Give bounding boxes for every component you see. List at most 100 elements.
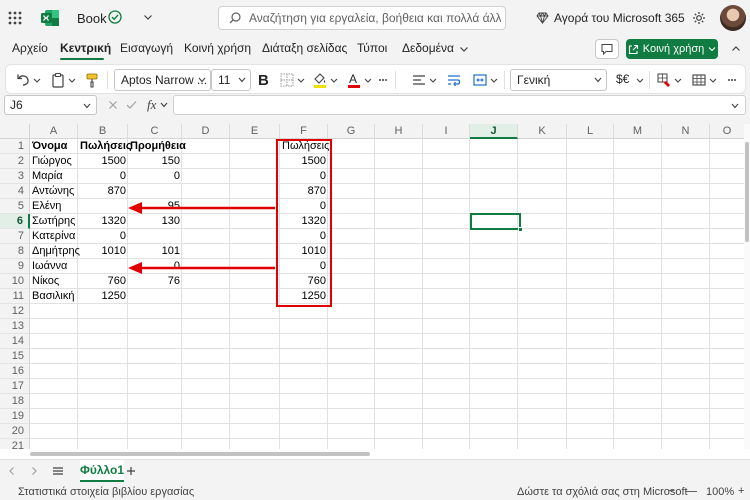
table-format-dropdown-icon[interactable]	[709, 72, 717, 88]
vertical-scrollbar[interactable]	[744, 124, 750, 459]
cancel-icon[interactable]	[108, 100, 118, 110]
row-header-1[interactable]: 1	[0, 139, 30, 154]
table-cell[interactable]: 150	[128, 154, 182, 169]
book-title[interactable]: Book	[77, 11, 107, 26]
tab-file[interactable]: Αρχείο	[12, 41, 48, 55]
search-box[interactable]	[218, 6, 506, 30]
column-header-e[interactable]: E	[230, 124, 280, 139]
row-header-6[interactable]: 6	[0, 214, 30, 229]
row-header-17[interactable]: 17	[0, 379, 30, 394]
undo-icon[interactable]	[15, 72, 31, 88]
check-icon[interactable]	[126, 100, 137, 110]
table-cell[interactable]: 0	[128, 169, 182, 184]
column-header-a[interactable]: A	[30, 124, 78, 139]
excel-logo-icon[interactable]	[40, 8, 60, 28]
header-cell[interactable]: Προμήθεια	[128, 139, 186, 154]
table-cell[interactable]: Μαρία	[30, 169, 78, 184]
row-header-4[interactable]: 4	[0, 184, 30, 199]
wrap-text-icon[interactable]	[446, 72, 462, 88]
collapse-ribbon-icon[interactable]	[731, 44, 741, 54]
borders-dropdown-icon[interactable]	[297, 72, 305, 88]
buy-microsoft-365-link[interactable]: Αγορά του Microsoft 365	[536, 11, 685, 25]
table-cell[interactable]: 95	[128, 199, 182, 214]
chevron-left-icon[interactable]	[7, 466, 17, 476]
more-options-icon[interactable]	[727, 72, 737, 88]
add-sheet-icon[interactable]	[126, 466, 136, 476]
row-header-5[interactable]: 5	[0, 199, 30, 214]
table-cell[interactable]: 101	[128, 244, 182, 259]
zoom-out-button[interactable]: −	[668, 485, 674, 497]
sheet-tab-active[interactable]: Φύλλο1	[80, 460, 124, 482]
clipboard-icon[interactable]	[50, 72, 66, 88]
active-cell-j6[interactable]	[470, 213, 521, 230]
number-format-select[interactable]: Γενική	[510, 69, 607, 91]
header-cell[interactable]: Όνομα	[30, 139, 78, 154]
tab-page-layout[interactable]: Διάταξη σελίδας	[262, 41, 347, 55]
comments-button[interactable]	[595, 39, 619, 59]
conditional-formatting-icon[interactable]	[656, 72, 672, 88]
zoom-level[interactable]: 100%	[706, 486, 734, 498]
conditional-formatting-dropdown-icon[interactable]	[674, 72, 682, 88]
zoom-slider[interactable]	[685, 491, 697, 492]
zoom-in-button[interactable]: +	[738, 485, 744, 497]
table-cell[interactable]	[128, 229, 182, 244]
row-header-11[interactable]: 11	[0, 289, 30, 304]
row-header-7[interactable]: 7	[0, 229, 30, 244]
table-cell[interactable]	[128, 184, 182, 199]
table-cell[interactable]: 0	[128, 259, 182, 274]
column-header-m[interactable]: M	[614, 124, 662, 139]
row-header-3[interactable]: 3	[0, 169, 30, 184]
column-header-n[interactable]: N	[662, 124, 710, 139]
column-header-k[interactable]: K	[518, 124, 567, 139]
table-cell[interactable]: 0	[78, 169, 128, 184]
chevron-down-icon[interactable]	[160, 102, 168, 108]
column-header-f[interactable]: F	[280, 124, 328, 139]
font-color-icon[interactable]: A	[346, 72, 362, 88]
currency-dropdown-icon[interactable]	[636, 72, 644, 88]
column-header-i[interactable]: I	[423, 124, 470, 139]
font-color-dropdown-icon[interactable]	[364, 72, 372, 88]
row-header-14[interactable]: 14	[0, 334, 30, 349]
table-cell[interactable]	[128, 289, 182, 304]
name-box[interactable]: J6	[4, 95, 97, 115]
tab-share[interactable]: Κοινή χρήση	[184, 41, 251, 55]
align-dropdown-icon[interactable]	[429, 72, 437, 88]
row-header-18[interactable]: 18	[0, 394, 30, 409]
table-cell[interactable]: Σωτήρης	[30, 214, 78, 229]
bold-icon[interactable]: B	[256, 72, 270, 88]
table-cell[interactable]: 0	[78, 229, 128, 244]
row-header-16[interactable]: 16	[0, 364, 30, 379]
app-launcher-icon[interactable]	[8, 11, 22, 25]
table-cell[interactable]: Νίκος	[30, 274, 78, 289]
feedback-link[interactable]: Δώστε τα σχόλιά σας στη Microsoft	[517, 486, 688, 498]
borders-icon[interactable]	[279, 72, 295, 88]
column-header-d[interactable]: D	[182, 124, 230, 139]
table-cell[interactable]: Δημήτρης	[30, 244, 80, 259]
search-input[interactable]	[249, 10, 501, 26]
row-header-9[interactable]: 9	[0, 259, 30, 274]
table-cell[interactable]: 1010	[78, 244, 128, 259]
row-header-20[interactable]: 20	[0, 424, 30, 439]
tab-formulas[interactable]: Τύποι	[357, 41, 387, 55]
row-header-13[interactable]: 13	[0, 319, 30, 334]
merge-cells-icon[interactable]	[472, 72, 488, 88]
row-header-2[interactable]: 2	[0, 154, 30, 169]
chevron-down-icon[interactable]	[143, 12, 153, 22]
row-header-12[interactable]: 12	[0, 304, 30, 319]
table-cell[interactable]: 130	[128, 214, 182, 229]
paste-dropdown-icon[interactable]	[68, 72, 76, 88]
vertical-scroll-thumb[interactable]	[745, 142, 749, 242]
tab-home[interactable]: Κεντρική	[60, 41, 111, 55]
table-cell[interactable]: 76	[128, 274, 182, 289]
merge-dropdown-icon[interactable]	[490, 72, 498, 88]
horizontal-scrollbar[interactable]	[0, 449, 750, 459]
undo-dropdown-icon[interactable]	[33, 72, 41, 88]
table-cell[interactable]	[78, 199, 128, 214]
table-cell[interactable]: 870	[78, 184, 128, 199]
horizontal-scroll-thumb[interactable]	[30, 452, 370, 456]
column-header-o[interactable]: O	[710, 124, 745, 139]
gear-icon[interactable]	[692, 11, 706, 25]
more-options-icon[interactable]	[378, 72, 388, 88]
format-painter-icon[interactable]	[84, 72, 100, 88]
font-size-select[interactable]: 11	[211, 69, 251, 91]
